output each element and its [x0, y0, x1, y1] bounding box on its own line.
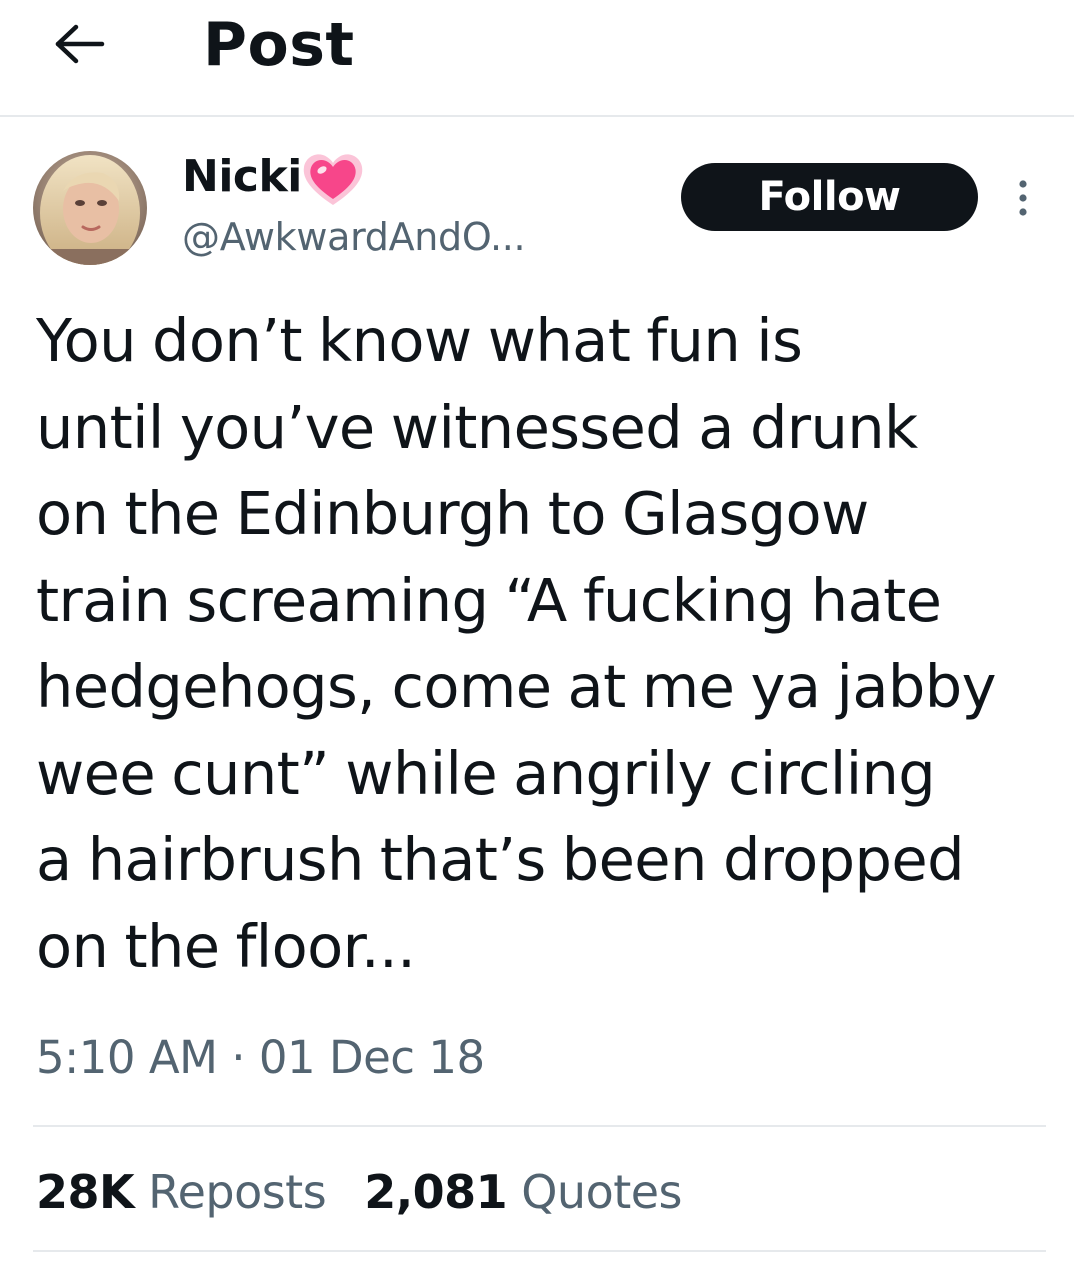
profile-photo: [33, 151, 147, 265]
quotes-label: Quotes: [521, 1165, 683, 1219]
divider: [33, 1125, 1046, 1127]
divider: [33, 1250, 1046, 1252]
growing-heart-emoji: [303, 154, 363, 205]
page-title: Post: [203, 10, 355, 80]
reposts-count: 28K: [36, 1165, 135, 1219]
arrow-left-icon: [55, 24, 105, 64]
author-display-name: Nicki: [182, 151, 302, 202]
more-options-button[interactable]: [1006, 172, 1040, 224]
reposts-label: Reposts: [148, 1165, 327, 1219]
top-bar: Post: [0, 0, 1074, 117]
quotes-count: 2,081: [364, 1165, 508, 1219]
author-name-row[interactable]: Nicki: [182, 148, 364, 206]
tweet-timestamp[interactable]: 5:10 AM · 01 Dec 18: [36, 1027, 485, 1089]
engagement-stats: 28K Reposts 2,081 Quotes: [36, 1160, 683, 1224]
back-button[interactable]: [50, 14, 110, 74]
follow-button[interactable]: Follow: [681, 163, 978, 231]
more-vertical-icon: [1019, 180, 1027, 216]
reposts-stat[interactable]: 28K Reposts: [36, 1160, 327, 1224]
quotes-stat[interactable]: 2,081 Quotes: [364, 1160, 682, 1224]
tweet-text: You don’t know what fun is until you’ve …: [36, 306, 997, 981]
author-handle[interactable]: @AwkwardAndO...: [182, 211, 526, 263]
avatar[interactable]: [33, 151, 147, 265]
